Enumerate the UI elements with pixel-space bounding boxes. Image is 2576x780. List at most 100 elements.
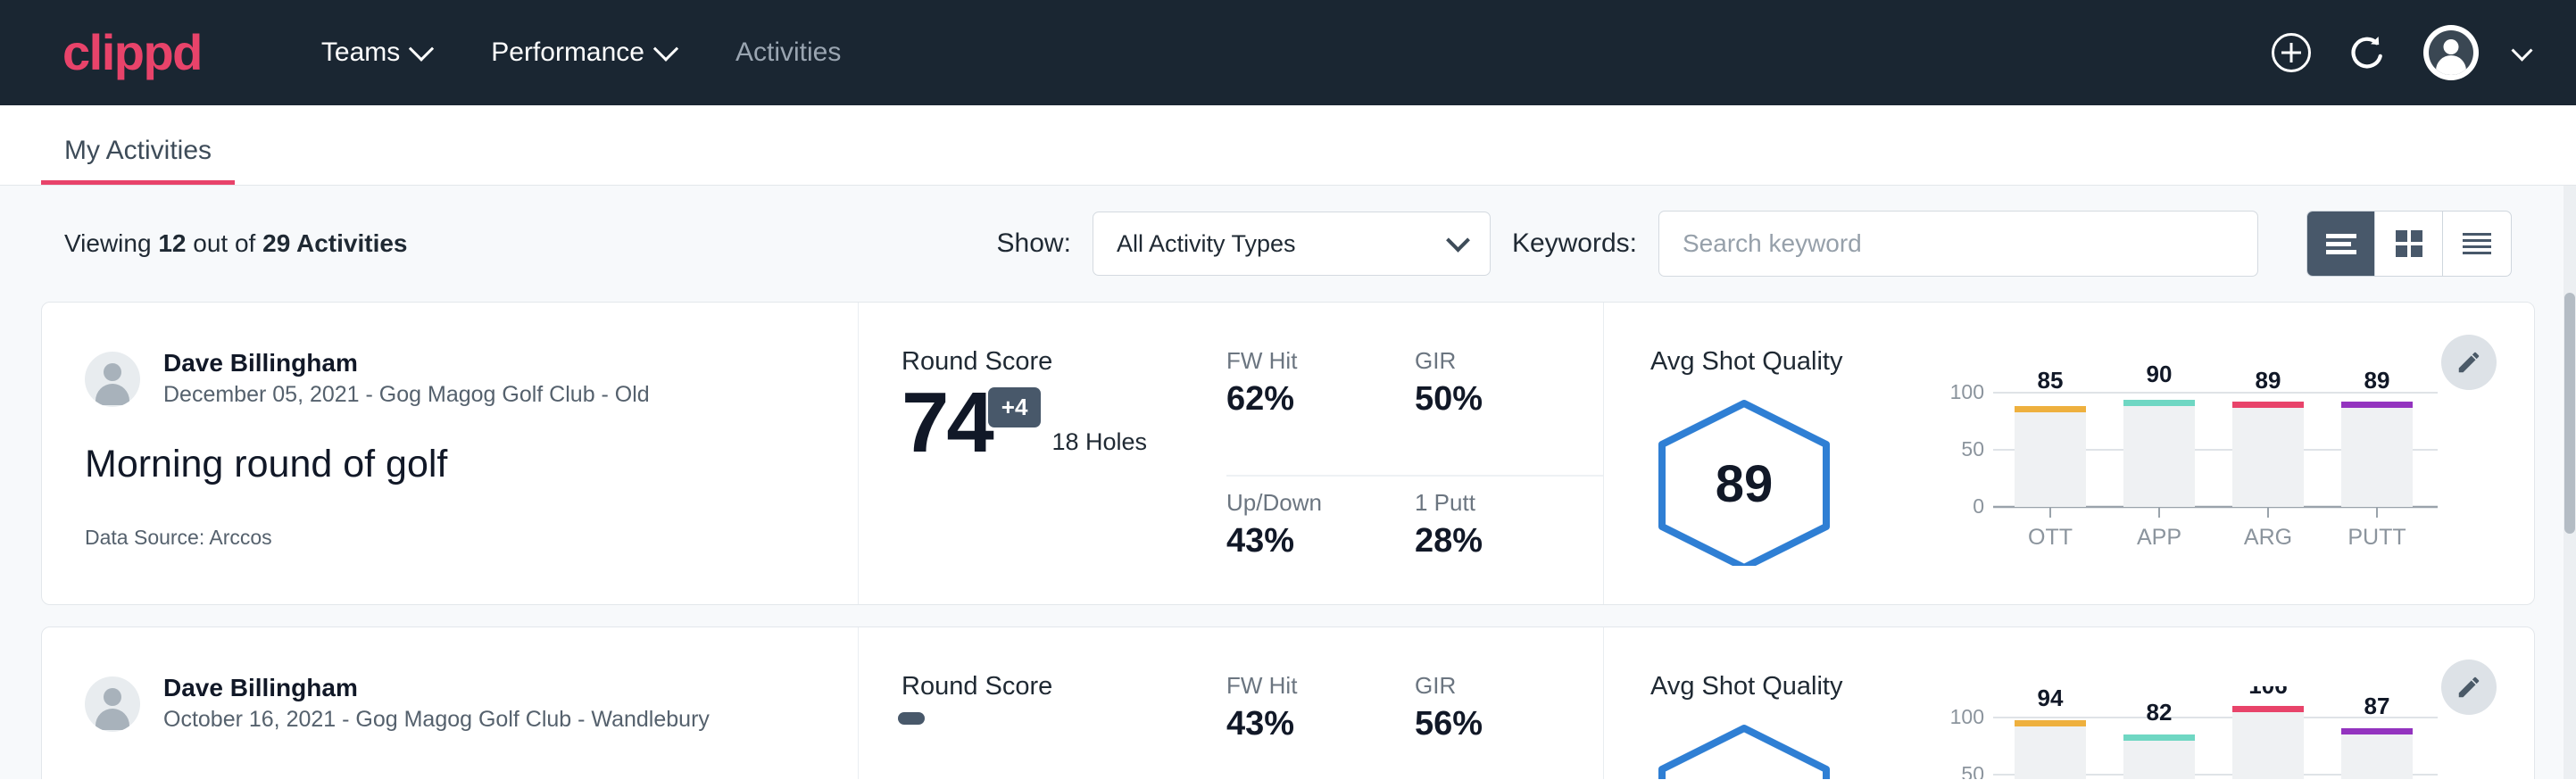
bar-value-ott: 94 — [2038, 686, 2064, 711]
activity-user-row: Dave Billingham October 16, 2021 - Gog M… — [85, 672, 858, 735]
activity-user-name: Dave Billingham — [163, 347, 650, 379]
view-mode-toggle — [2306, 211, 2512, 277]
activity-user-row: Dave Billingham December 05, 2021 - Gog … — [85, 347, 858, 411]
avg-shot-quality-label: Avg Shot Quality — [1650, 672, 1945, 701]
stat-label: 1 Putt — [1415, 489, 1576, 517]
avatar[interactable] — [2423, 25, 2479, 80]
x-tick-putt: PUTT — [2347, 525, 2406, 550]
bar-value-arg: 106 — [2248, 686, 2287, 699]
activity-date-venue: December 05, 2021 - Gog Magog Golf Club … — [163, 379, 650, 411]
stat-value: 43% — [1226, 522, 1388, 560]
quality-hexagon — [1650, 721, 1945, 779]
stat-fw-hit: FW Hit 43% — [1226, 672, 1415, 779]
stat-label: FW Hit — [1226, 672, 1388, 700]
nav-item-label: Teams — [321, 37, 400, 68]
round-score-label: Round Score — [902, 672, 1216, 701]
y-tick-100: 100 — [1950, 705, 1984, 728]
stat-gir: GIR 50% — [1415, 347, 1603, 477]
refresh-icon[interactable] — [2347, 32, 2388, 73]
filter-toolbar: Viewing 12 out of 29 Activities Show: Al… — [41, 186, 2535, 302]
stat-value: 43% — [1226, 705, 1388, 743]
activity-card[interactable]: Dave Billingham October 16, 2021 - Gog M… — [41, 626, 2535, 779]
bar-value-ott: 85 — [2038, 367, 2064, 394]
holes-played: 18 Holes — [1051, 428, 1147, 456]
quality-score-block: Avg Shot Quality — [1650, 672, 1945, 779]
activity-card-list: Dave Billingham December 05, 2021 - Gog … — [41, 302, 2535, 779]
nav-item-teams[interactable]: Teams — [291, 37, 461, 68]
pencil-icon — [2456, 674, 2482, 701]
grid-view-button[interactable] — [2375, 212, 2443, 276]
avatar — [85, 676, 140, 732]
stat-value: 28% — [1415, 522, 1576, 560]
quality-score-block: Avg Shot Quality 89 — [1650, 347, 1945, 604]
score-differential-badge: +4 — [988, 387, 1042, 427]
viewing-prefix: Viewing — [64, 229, 152, 257]
activity-card[interactable]: Dave Billingham December 05, 2021 - Gog … — [41, 302, 2535, 605]
y-tick-50: 50 — [1961, 437, 1984, 461]
nav-item-label: Activities — [735, 37, 841, 68]
stat-one-putt: 1 Putt 28% — [1415, 489, 1603, 604]
stat-fw-hit: FW Hit 62% — [1226, 347, 1415, 477]
grid-view-icon — [2394, 228, 2424, 259]
list-view-button[interactable] — [2307, 212, 2375, 276]
round-score-row — [902, 707, 1216, 725]
y-tick-100: 100 — [1950, 380, 1984, 403]
stat-gir: GIR 56% — [1415, 672, 1603, 779]
bar-value-putt: 89 — [2364, 367, 2390, 394]
main-nav-links: Teams Performance Activities — [291, 37, 871, 68]
stats-grid: FW Hit 62% GIR 50% Up/Down 43% 1 Putt 28… — [1216, 303, 1604, 604]
edit-activity-button[interactable] — [2441, 335, 2497, 390]
stat-value: 56% — [1415, 705, 1576, 743]
filter-controls: Show: All Activity Types Keywords: — [997, 211, 2512, 277]
pencil-icon — [2456, 349, 2482, 376]
quality-score-value: 89 — [1716, 455, 1774, 513]
bar-value-app: 90 — [2147, 361, 2173, 387]
page-scrollbar[interactable] — [2564, 186, 2576, 779]
chevron-down-icon — [653, 37, 678, 62]
activity-type-value: All Activity Types — [1117, 230, 1296, 258]
x-tick-arg: ARG — [2244, 525, 2292, 550]
scrollbar-thumb[interactable] — [2564, 293, 2575, 534]
activity-type-select[interactable]: All Activity Types — [1093, 212, 1491, 276]
search-input[interactable] — [1658, 211, 2258, 277]
main-content: Viewing 12 out of 29 Activities Show: Al… — [0, 186, 2576, 779]
bar-chart-svg: 100 50 0 94 82 — [1945, 686, 2445, 779]
keywords-label: Keywords: — [1512, 228, 1637, 259]
top-navigation-bar: clippd Teams Performance Activities — [0, 0, 2576, 105]
activity-date-venue: October 16, 2021 - Gog Magog Golf Club -… — [163, 704, 710, 735]
stat-up-down: Up/Down 43% — [1226, 489, 1415, 604]
viewing-total: 29 Activities — [262, 229, 407, 257]
plus-circle-icon[interactable] — [2272, 33, 2311, 72]
activity-data-source: Data Source: Arccos — [85, 526, 858, 550]
avatar-icon — [2429, 30, 2473, 75]
edit-activity-button[interactable] — [2441, 660, 2497, 715]
round-score-column: Round Score 74 +4 18 Holes — [859, 303, 1216, 604]
shot-quality-bar-chart: 100 50 0 85 — [1945, 347, 2534, 604]
compact-view-icon — [2461, 230, 2493, 257]
avatar — [85, 352, 140, 407]
tab-my-activities[interactable]: My Activities — [41, 136, 235, 185]
chevron-down-icon — [1446, 228, 1470, 252]
app-logo[interactable]: clippd — [62, 28, 202, 78]
y-tick-50: 50 — [1961, 762, 1984, 779]
stat-label: Up/Down — [1226, 489, 1388, 517]
tab-bar: My Activities — [0, 105, 2576, 186]
nav-item-performance[interactable]: Performance — [461, 37, 705, 68]
round-score-column: Round Score — [859, 627, 1216, 779]
list-view-icon — [2324, 230, 2358, 257]
x-tick-app: APP — [2137, 525, 2181, 550]
chevron-down-icon[interactable] — [2511, 39, 2532, 61]
round-score-row: 74 +4 18 Holes — [902, 382, 1216, 463]
nav-item-activities[interactable]: Activities — [705, 37, 871, 68]
activity-user-name: Dave Billingham — [163, 672, 710, 704]
avg-shot-quality-label: Avg Shot Quality — [1650, 347, 1945, 377]
viewing-summary: Viewing 12 out of 29 Activities — [64, 229, 408, 258]
bar-value-app: 82 — [2147, 699, 2173, 726]
bar-value-arg: 89 — [2256, 367, 2281, 394]
compact-view-button[interactable] — [2443, 212, 2511, 276]
stat-value: 50% — [1415, 380, 1576, 419]
quality-hexagon: 89 — [1650, 396, 1945, 570]
viewing-middle: out of — [193, 229, 255, 257]
stats-grid: FW Hit 43% GIR 56% — [1216, 627, 1604, 779]
y-tick-0: 0 — [1973, 494, 1984, 518]
